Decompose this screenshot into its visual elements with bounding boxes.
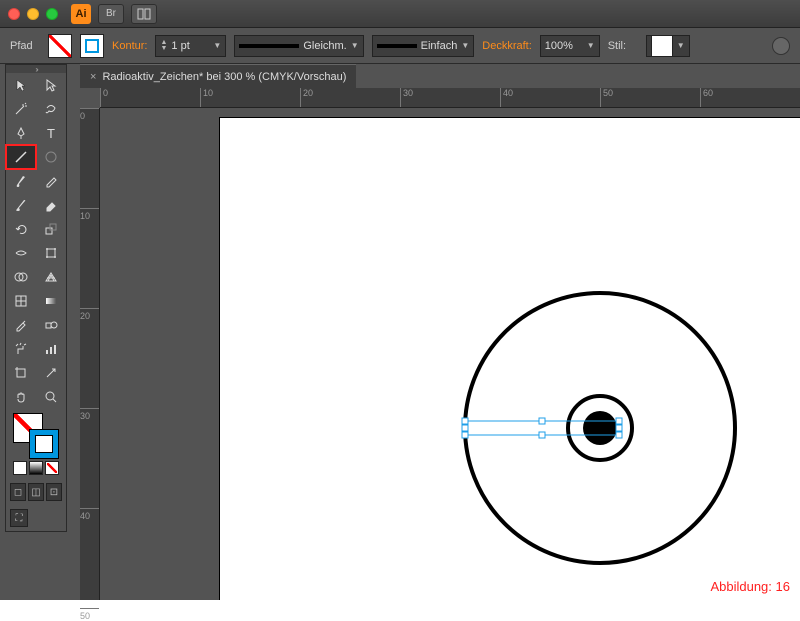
rotate-tool[interactable] <box>6 217 36 241</box>
artboard-tool[interactable] <box>6 361 36 385</box>
svg-text:T: T <box>47 126 55 140</box>
style-dropdown[interactable]: ▼ <box>646 35 690 57</box>
screen-mode-button[interactable]: ⛶ <box>10 509 28 527</box>
ruler-v-tick: 30 <box>80 408 99 421</box>
document-tab-title: Radioaktiv_Zeichen* bei 300 % (CMYK/Vors… <box>102 71 346 83</box>
opacity-field[interactable]: ▼ <box>540 35 600 57</box>
ruler-v-tick: 50 <box>80 608 99 621</box>
shape-builder-tool[interactable] <box>6 265 36 289</box>
gradient-mode-button[interactable] <box>29 461 43 475</box>
zoom-tool[interactable] <box>36 385 66 409</box>
ruler-h-tick: 10 <box>200 88 213 107</box>
width-tool[interactable] <box>6 241 36 265</box>
perspective-grid-tool[interactable] <box>36 265 66 289</box>
tools-panel-handle[interactable] <box>6 65 66 73</box>
window-controls <box>8 8 58 20</box>
selection-type-label: Pfad <box>10 40 40 52</box>
opacity-label[interactable]: Deckkraft: <box>482 40 532 52</box>
paintbrush-tool[interactable] <box>6 169 36 193</box>
screen-mode-group: ⛶ <box>6 505 66 531</box>
artwork <box>220 118 800 600</box>
opacity-input[interactable] <box>545 40 583 52</box>
ruler-v-tick: 40 <box>80 508 99 521</box>
gradient-tool[interactable] <box>36 289 66 313</box>
magic-wand-tool[interactable] <box>6 97 36 121</box>
ruler-v-tick: 10 <box>80 208 99 221</box>
tools-panel: T <box>5 64 67 532</box>
slice-tool[interactable] <box>36 361 66 385</box>
pen-tool[interactable] <box>6 121 36 145</box>
ruler-h-tick: 50 <box>600 88 613 107</box>
brush-label: Einfach <box>421 40 458 52</box>
draw-normal-button[interactable]: ◻ <box>10 483 26 501</box>
variable-width-profile-dropdown[interactable]: Gleichm. ▼ <box>234 35 363 57</box>
bridge-button[interactable]: Br <box>98 4 124 24</box>
hand-tool[interactable] <box>6 385 36 409</box>
doc-setup-button[interactable] <box>772 37 790 55</box>
ruler-v-tick: 20 <box>80 308 99 321</box>
free-transform-tool[interactable] <box>36 241 66 265</box>
line-segment-tool[interactable] <box>6 145 36 169</box>
profile-label: Gleichm. <box>303 40 346 52</box>
ruler-v-tick: 0 <box>80 108 99 121</box>
type-tool[interactable]: T <box>36 121 66 145</box>
stroke-color-control[interactable] <box>29 429 59 459</box>
lasso-tool[interactable] <box>36 97 66 121</box>
ruler-h-tick: 30 <box>400 88 413 107</box>
titlebar: Ai Br <box>0 0 800 28</box>
ruler-h-tick: 0 <box>100 88 108 107</box>
color-mode-button[interactable] <box>13 461 27 475</box>
direct-selection-tool[interactable] <box>36 73 66 97</box>
app-icon: Ai <box>71 4 91 24</box>
stroke-weight-field[interactable]: ▲▼ ▼ <box>155 35 226 57</box>
document-tab[interactable]: × Radioaktiv_Zeichen* bei 300 % (CMYK/Vo… <box>80 64 356 88</box>
fill-swatch[interactable] <box>48 34 72 58</box>
brush-definition-dropdown[interactable]: Einfach ▼ <box>372 35 475 57</box>
blob-brush-tool[interactable] <box>6 193 36 217</box>
column-graph-tool[interactable] <box>36 337 66 361</box>
stroke-weight-input[interactable] <box>171 40 209 52</box>
ruler-h-tick: 60 <box>700 88 713 107</box>
scale-tool[interactable] <box>36 217 66 241</box>
canvas-area[interactable] <box>100 108 800 600</box>
document-tab-bar: × Radioaktiv_Zeichen* bei 300 % (CMYK/Vo… <box>0 64 800 88</box>
stroke-swatch[interactable] <box>80 34 104 58</box>
ruler-h-tick: 20 <box>300 88 313 107</box>
arrange-documents-button[interactable] <box>131 4 157 24</box>
fill-stroke-controls <box>6 409 66 479</box>
draw-screen-modes: ◻ ◫ ⊡ <box>6 479 66 505</box>
ellipse-tool[interactable] <box>36 145 66 169</box>
eraser-tool[interactable] <box>36 193 66 217</box>
control-bar: Pfad Kontur: ▲▼ ▼ Gleichm. ▼ Einfach ▼ D… <box>0 28 800 64</box>
ruler-vertical[interactable]: 0 10 20 30 40 50 <box>80 108 100 600</box>
pencil-tool[interactable] <box>36 169 66 193</box>
mesh-tool[interactable] <box>6 289 36 313</box>
minimize-window-button[interactable] <box>27 8 39 20</box>
symbol-sprayer-tool[interactable] <box>6 337 36 361</box>
draw-inside-button[interactable]: ⊡ <box>46 483 62 501</box>
close-tab-icon[interactable]: × <box>90 71 96 83</box>
style-label: Stil: <box>608 40 638 52</box>
blend-tool[interactable] <box>36 313 66 337</box>
workspace: 0 10 20 30 40 50 60 0 10 20 30 40 50 <box>80 88 800 600</box>
draw-behind-button[interactable]: ◫ <box>28 483 44 501</box>
selection-tool[interactable] <box>6 73 36 97</box>
ruler-h-tick: 40 <box>500 88 513 107</box>
artboard[interactable] <box>220 118 800 600</box>
ruler-horizontal[interactable]: 0 10 20 30 40 50 60 <box>100 88 800 108</box>
zoom-window-button[interactable] <box>46 8 58 20</box>
stroke-label[interactable]: Kontur: <box>112 40 147 52</box>
close-window-button[interactable] <box>8 8 20 20</box>
none-mode-button[interactable] <box>45 461 59 475</box>
eyedropper-tool[interactable] <box>6 313 36 337</box>
figure-caption: Abbildung: 16 <box>710 579 790 594</box>
